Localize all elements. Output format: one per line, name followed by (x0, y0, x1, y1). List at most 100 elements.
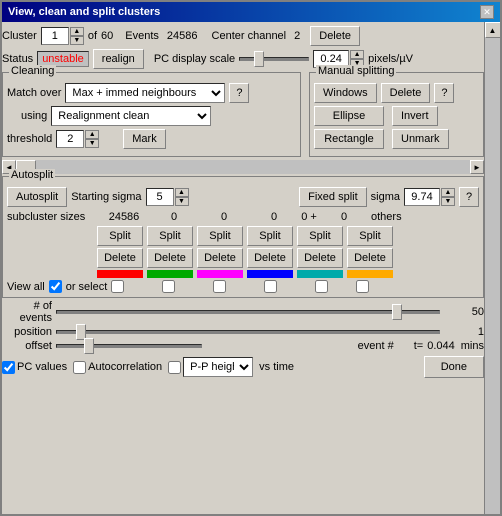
scrollbar-vertical[interactable]: ▲ ▼ (484, 22, 500, 516)
match-over-label: Match over (7, 87, 61, 99)
threshold-label: threshold (7, 133, 52, 145)
delete-1[interactable]: Delete (147, 248, 193, 268)
of-label: of (88, 30, 97, 42)
events-label: Events (125, 30, 159, 42)
title-bar: View, clean and split clusters ✕ (2, 2, 500, 22)
unmark-button[interactable]: Unmark (392, 129, 449, 149)
events-slider[interactable] (56, 310, 440, 314)
subcluster-3: 0 (251, 211, 297, 223)
split-3[interactable]: Split (247, 226, 293, 246)
done-button[interactable]: Done (424, 356, 484, 378)
starting-sigma-label: Starting sigma (71, 191, 141, 203)
subcluster-5: 0 (321, 211, 367, 223)
threshold-spin-down[interactable]: ▼ (85, 139, 99, 148)
select-0[interactable] (111, 280, 124, 293)
split-5[interactable]: Split (347, 226, 393, 246)
sigma-input[interactable] (404, 188, 440, 206)
starting-sigma-spinner[interactable]: ▲ ▼ (146, 188, 189, 206)
select-3[interactable] (264, 280, 277, 293)
or-select-label: or select (66, 281, 108, 293)
fixed-split-button[interactable]: Fixed split (299, 187, 367, 207)
select-5[interactable] (356, 280, 369, 293)
split-1[interactable]: Split (147, 226, 193, 246)
delete-cluster-button[interactable]: Delete (310, 26, 360, 46)
offset-slider-label: offset (2, 340, 52, 352)
window-title: View, clean and split clusters (8, 6, 160, 18)
manual-splitting-group: Manual splitting Windows Delete ? Ellips… (309, 72, 484, 157)
autocorrelation-label: Autocorrelation (88, 361, 162, 373)
cluster-spin-up[interactable]: ▲ (70, 27, 84, 36)
position-slider-value: 1 (444, 326, 484, 338)
starting-sigma-down[interactable]: ▼ (175, 197, 189, 206)
delete-5[interactable]: Delete (347, 248, 393, 268)
pc-display-label: PC display scale (154, 53, 235, 65)
split-0[interactable]: Split (97, 226, 143, 246)
hscroll-track[interactable] (16, 160, 470, 174)
autosplit-label: Autosplit (9, 169, 55, 181)
pc-display-slider[interactable] (239, 57, 309, 61)
hscroll-right[interactable]: ► (470, 160, 484, 174)
starting-sigma-up[interactable]: ▲ (175, 188, 189, 197)
starting-sigma-input[interactable] (146, 188, 174, 206)
using-select[interactable]: Realignment clean (51, 106, 211, 126)
scroll-track[interactable] (485, 38, 500, 516)
realign-button[interactable]: realign (93, 49, 144, 69)
invert-button[interactable]: Invert (392, 106, 438, 126)
select-1[interactable] (162, 280, 175, 293)
autosplit-group: Autosplit Autosplit Starting sigma ▲ ▼ F… (2, 176, 484, 298)
sigma-spinner[interactable]: ▲ ▼ (404, 188, 455, 206)
cluster-spinner[interactable]: ▲ ▼ (41, 27, 84, 45)
sigma-down[interactable]: ▼ (441, 197, 455, 206)
ellipse-button[interactable]: Ellipse (314, 106, 384, 126)
select-4[interactable] (315, 280, 328, 293)
view-all-checkbox[interactable] (49, 280, 62, 293)
mark-button[interactable]: Mark (123, 129, 165, 149)
pc-values-checkbox[interactable] (2, 361, 15, 374)
windows-button[interactable]: Windows (314, 83, 377, 103)
color-bar-1 (147, 270, 193, 278)
status-label: Status (2, 53, 33, 65)
subcluster-4: 0 + (301, 211, 317, 223)
pc-values-label: PC values (17, 361, 67, 373)
pp-height-checkbox[interactable] (168, 361, 181, 374)
pp-height-select[interactable]: P-P height (183, 357, 253, 377)
threshold-spin-up[interactable]: ▲ (85, 130, 99, 139)
cleaning-help-button[interactable]: ? (229, 83, 249, 103)
sigma-up[interactable]: ▲ (441, 188, 455, 197)
split-2[interactable]: Split (197, 226, 243, 246)
match-over-select[interactable]: Max + immed neighbours (65, 83, 225, 103)
using-label: using (21, 110, 47, 122)
center-channel-value: 2 (294, 30, 300, 42)
pixels-label: pixels/µV (368, 53, 413, 65)
pc-display-spin-up[interactable]: ▲ (350, 50, 364, 59)
autocorrelation-checkbox[interactable] (73, 361, 86, 374)
cluster-label: Cluster (2, 30, 37, 42)
position-slider-label: position (2, 326, 52, 338)
split-4[interactable]: Split (297, 226, 343, 246)
color-bar-3 (247, 270, 293, 278)
rectangle-button[interactable]: Rectangle (314, 129, 384, 149)
threshold-spinner[interactable]: ▲ ▼ (56, 130, 99, 148)
sigma-label: sigma (371, 191, 400, 203)
scroll-up-arrow[interactable]: ▲ (485, 22, 501, 38)
select-2[interactable] (213, 280, 226, 293)
manual-delete-button[interactable]: Delete (381, 83, 431, 103)
total-value: 60 (101, 30, 113, 42)
offset-slider[interactable] (56, 344, 202, 348)
events-slider-value: 50 (444, 306, 484, 318)
cluster-input[interactable] (41, 27, 69, 45)
autosplit-button[interactable]: Autosplit (7, 187, 67, 207)
pc-values-group: PC values (2, 361, 67, 374)
position-slider[interactable] (56, 330, 440, 334)
hscroll-bar[interactable]: ◄ ► (2, 160, 484, 174)
delete-3[interactable]: Delete (247, 248, 293, 268)
threshold-input[interactable] (56, 130, 84, 148)
autosplit-help-button[interactable]: ? (459, 187, 479, 207)
cluster-spin-down[interactable]: ▼ (70, 36, 84, 45)
delete-0[interactable]: Delete (97, 248, 143, 268)
close-button[interactable]: ✕ (480, 5, 494, 19)
manual-help-button[interactable]: ? (434, 83, 454, 103)
subcluster-1: 0 (151, 211, 197, 223)
delete-4[interactable]: Delete (297, 248, 343, 268)
delete-2[interactable]: Delete (197, 248, 243, 268)
